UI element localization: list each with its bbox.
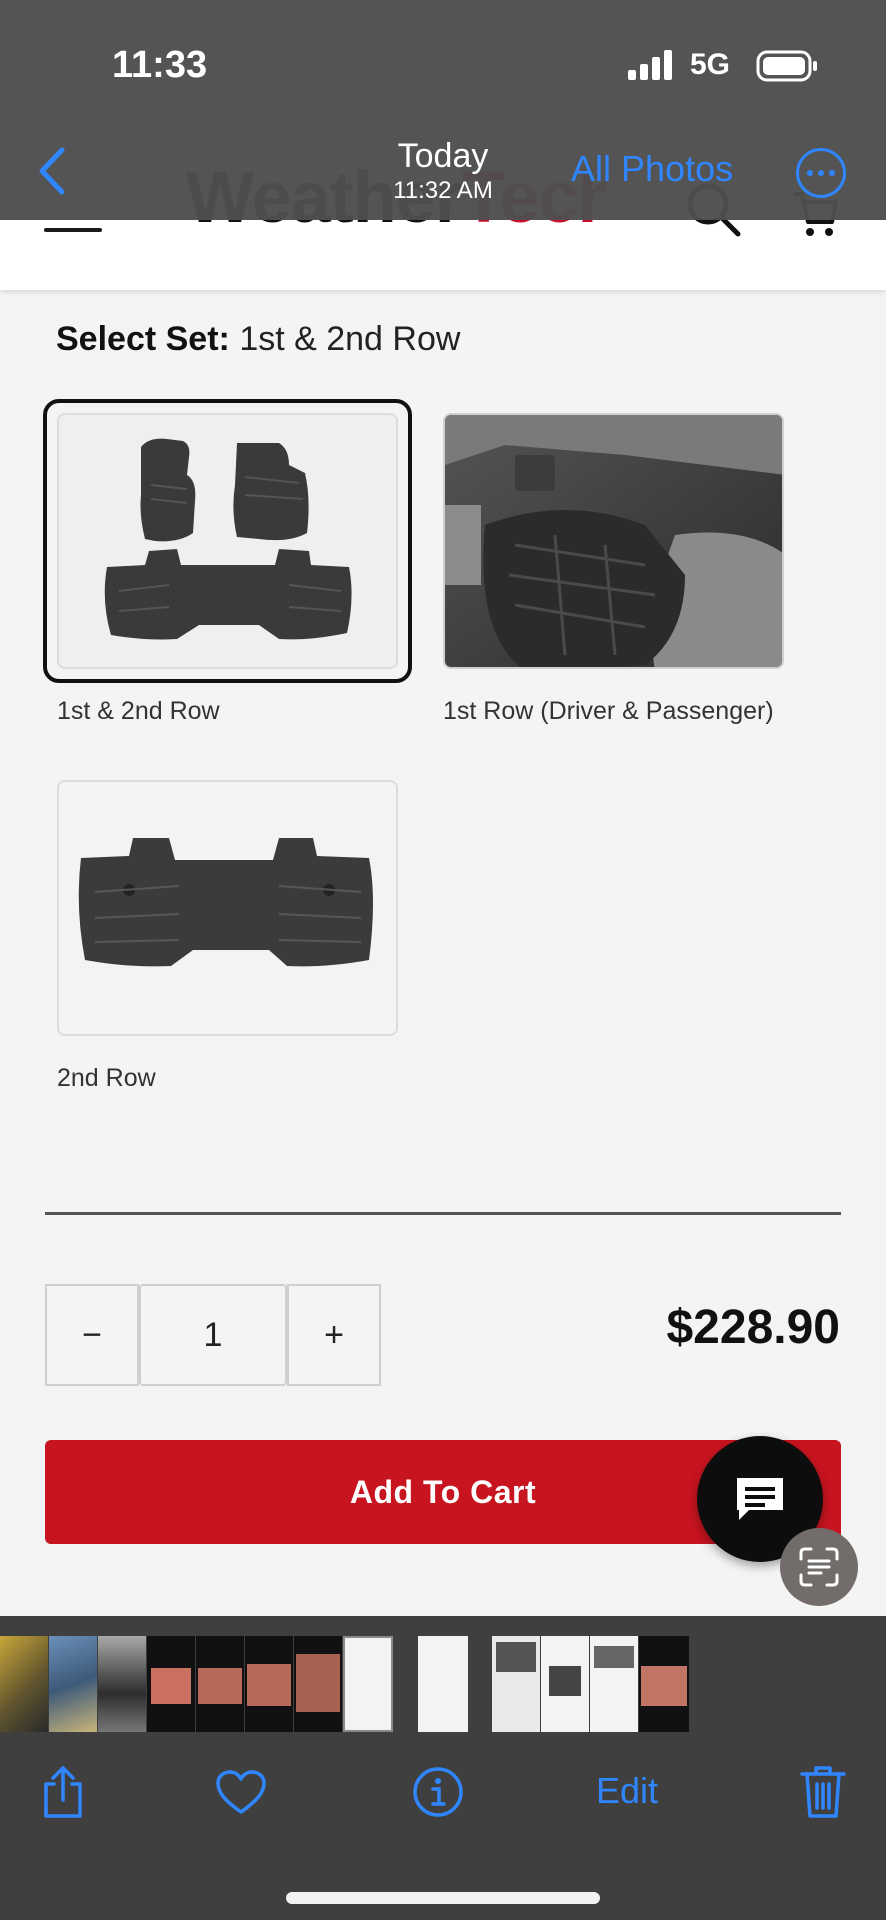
product-image-2nd-row: [57, 780, 398, 1036]
status-time: 11:33: [112, 44, 208, 86]
option-label: 1st Row (Driver & Passenger): [443, 697, 774, 725]
photo-date-title: Today 11:32 AM: [393, 137, 493, 204]
set-option-1st-row[interactable]: 1st Row (Driver & Passenger): [443, 413, 784, 725]
network-label: 5G: [690, 48, 731, 81]
all-photos-button[interactable]: All Photos: [571, 148, 733, 190]
more-options-icon[interactable]: [796, 148, 846, 198]
filmstrip-thumb[interactable]: [49, 1636, 97, 1732]
info-icon[interactable]: [412, 1766, 464, 1818]
edit-button[interactable]: Edit: [596, 1770, 658, 1812]
set-option-1st-2nd-row[interactable]: 1st & 2nd Row: [43, 399, 412, 725]
option-label: 1st & 2nd Row: [57, 697, 220, 725]
filmstrip-thumb[interactable]: [343, 1636, 393, 1732]
live-text-button[interactable]: [780, 1528, 858, 1606]
select-set-heading: Select Set: 1st & 2nd Row: [56, 320, 461, 358]
chat-icon: [737, 1478, 783, 1520]
quantity-input[interactable]: 1: [139, 1284, 287, 1386]
filmstrip-thumb[interactable]: [245, 1636, 293, 1732]
filmstrip-thumb[interactable]: [639, 1636, 689, 1732]
battery-icon: [756, 50, 817, 82]
filmstrip-thumb[interactable]: [294, 1636, 342, 1732]
heart-icon[interactable]: [214, 1768, 268, 1816]
status-icons: 5G: [628, 48, 828, 84]
menu-icon[interactable]: [44, 218, 102, 232]
filmstrip-thumb[interactable]: [418, 1636, 468, 1732]
quantity-decrease-button[interactable]: −: [45, 1284, 139, 1386]
photos-top-bar: 11:33 5G Today 11:32 AM All Photos: [0, 0, 886, 220]
product-price: $228.90: [666, 1301, 840, 1354]
share-icon[interactable]: [40, 1764, 86, 1820]
live-text-icon: [799, 1547, 839, 1587]
set-option-2nd-row[interactable]: 2nd Row: [57, 780, 398, 1092]
option-label: 2nd Row: [57, 1064, 156, 1092]
filmstrip-thumb[interactable]: [0, 1636, 48, 1732]
product-image-1st-2nd-row: [57, 413, 398, 669]
filmstrip-thumb[interactable]: [196, 1636, 244, 1732]
photos-bottom-area: Edit: [0, 1616, 886, 1920]
filmstrip-thumb[interactable]: [590, 1636, 638, 1732]
divider: [45, 1212, 841, 1215]
back-chevron-icon[interactable]: [34, 146, 68, 196]
filmstrip-thumb[interactable]: [492, 1636, 540, 1732]
photo-filmstrip[interactable]: [0, 1636, 886, 1732]
trash-icon[interactable]: [800, 1764, 846, 1820]
screen: WeatherTech Select Set: 1st & 2nd Row: [0, 0, 886, 1920]
product-image-1st-row: [443, 413, 784, 669]
home-indicator[interactable]: [286, 1892, 600, 1904]
quantity-increase-button[interactable]: +: [287, 1284, 381, 1386]
signal-icon: [628, 50, 672, 80]
filmstrip-thumb[interactable]: [98, 1636, 146, 1732]
filmstrip-thumb[interactable]: [147, 1636, 195, 1732]
filmstrip-thumb[interactable]: [541, 1636, 589, 1732]
